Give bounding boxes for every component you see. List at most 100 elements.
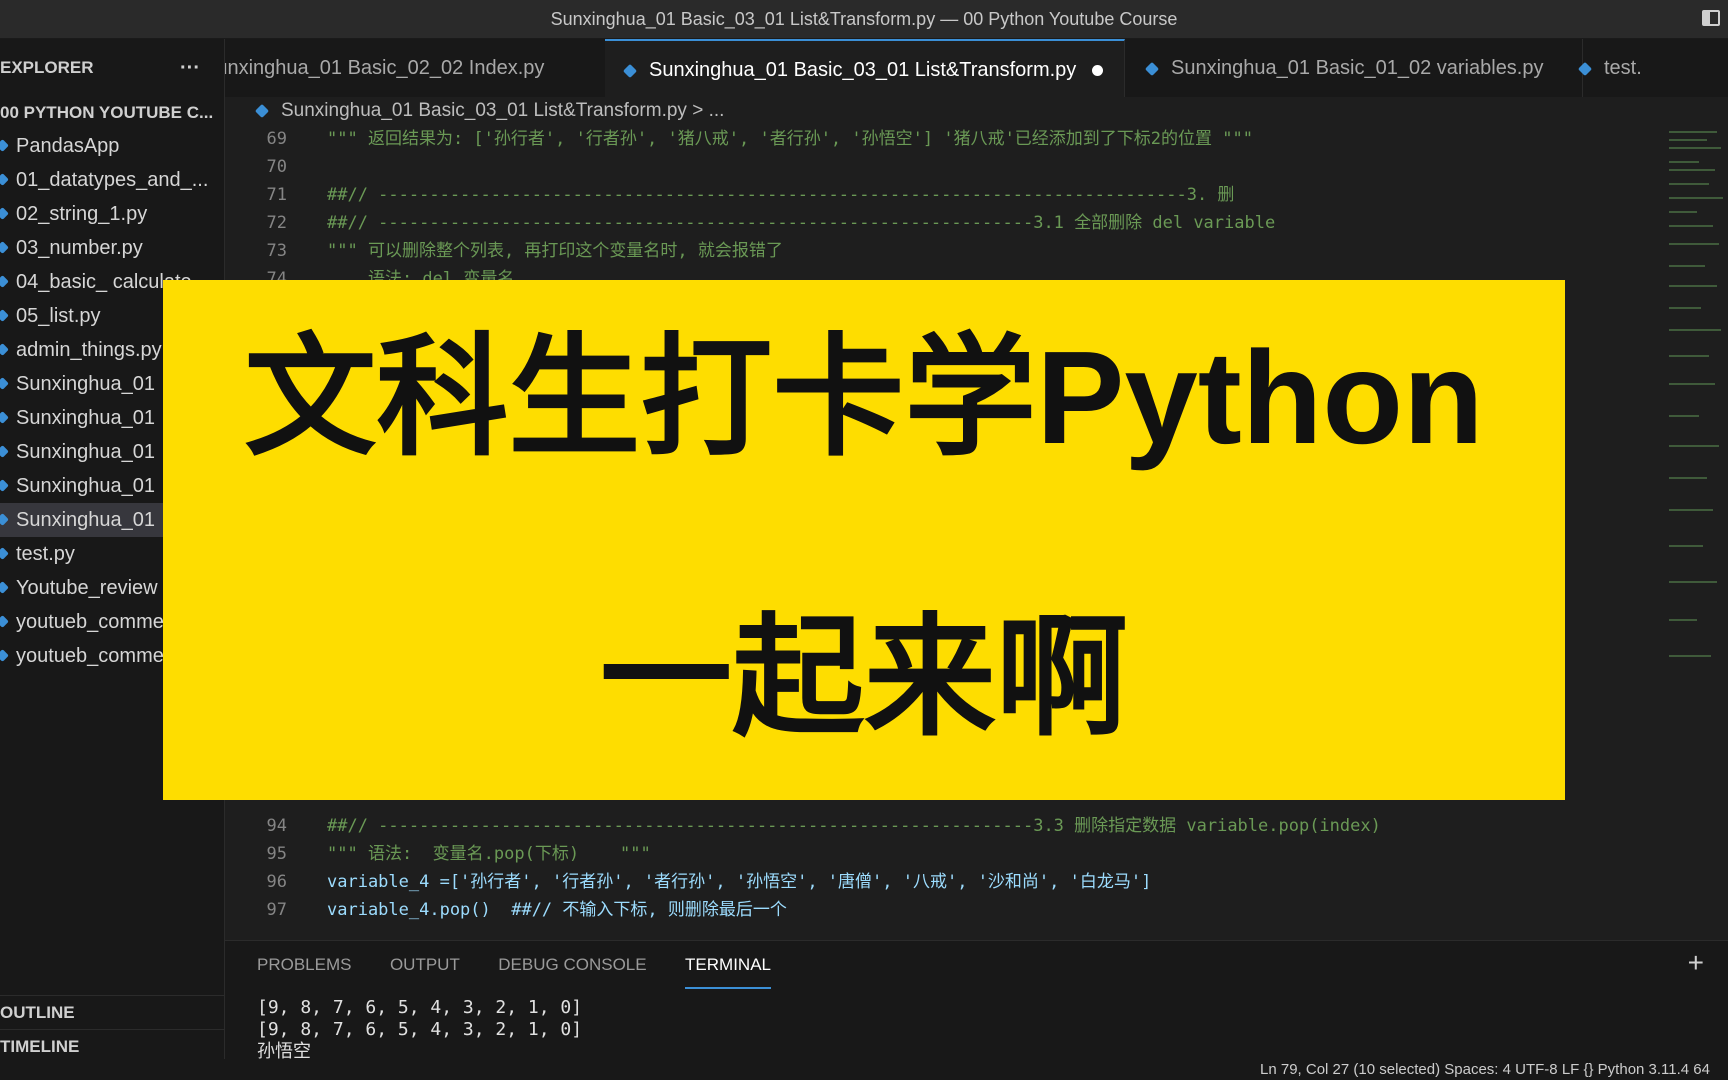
code-line: 73 """ 可以删除整个列表, 再打印这个变量名时, 就会报错了 (225, 237, 1665, 265)
overlay-subheadline: 一起来啊 (600, 604, 1128, 751)
breadcrumb[interactable]: Sunxinghua_01 Basic_03_01 List&Transform… (225, 97, 1728, 125)
file-label: 03_number.py (16, 237, 143, 259)
python-file-icon (0, 377, 9, 390)
explorer-title: EXPLORER (0, 58, 94, 77)
file-label: Sunxinghua_01 (16, 407, 156, 429)
title-bar: Sunxinghua_01 Basic_03_01 List&Transform… (0, 0, 1728, 39)
line-number: 70 (266, 157, 287, 177)
unsaved-dot-icon[interactable] (1092, 65, 1104, 77)
terminal-line: [9, 8, 7, 6, 5, 4, 3, 2, 1, 0] (257, 997, 583, 1018)
minimap[interactable] (1665, 125, 1728, 685)
line-number: 71 (266, 185, 287, 205)
file-item[interactable]: 03_number.py (0, 231, 224, 265)
python-file-icon (0, 241, 9, 254)
code-text: """ 可以删除整个列表, 再打印这个变量名时, 就会报错了 (327, 241, 783, 261)
file-label: admin_things.py (16, 339, 162, 361)
line-number: 72 (266, 213, 287, 233)
breadcrumb-rest[interactable]: > ... (687, 100, 724, 121)
file-label: youtueb_comme (16, 645, 164, 667)
explorer-header: EXPLORER ··· (0, 39, 224, 97)
tab-variables[interactable]: Sunxinghua_01 Basic_01_02 variables.py (1125, 39, 1583, 97)
line-number: 69 (266, 129, 287, 149)
more-actions-icon[interactable]: ··· (180, 39, 200, 97)
line-number: 94 (266, 816, 287, 836)
code-text: """ 语法: 变量名.pop(下标) """ (327, 844, 651, 864)
line-number: 97 (266, 900, 287, 920)
python-file-icon (0, 173, 9, 186)
tab-label: Sunxinghua_01 Basic_02_02 Index.py (225, 57, 545, 79)
code-line: 94 ##// ---------------------------------… (225, 812, 1665, 840)
code-line: 71 ##// ---------------------------------… (225, 181, 1665, 209)
file-label: 02_string_1.py (16, 203, 148, 225)
file-label: Sunxinghua_01 (16, 373, 156, 395)
file-label: 01_datatypes_and_... (16, 169, 209, 191)
code-text: variable_4.pop() ##// 不输入下标, 则删除最后一个 (327, 900, 787, 920)
python-file-icon (0, 207, 9, 220)
tab-terminal[interactable]: TERMINAL (685, 941, 772, 989)
file-label: test.py (16, 543, 75, 565)
code-line: 70 (225, 153, 1665, 181)
code-text: ##// -----------------------------------… (327, 185, 1235, 205)
python-file-icon (0, 411, 9, 424)
file-label: Sunxinghua_01 (16, 509, 156, 531)
status-text[interactable]: Ln 79, Col 27 (10 selected) Spaces: 4 UT… (1260, 1059, 1710, 1080)
python-file-icon (0, 649, 9, 662)
code-line: 72 ##// ---------------------------------… (225, 209, 1665, 237)
code-line: 96 variable_4 =['孙行者', '行者孙', '者行孙', '孙悟空… (225, 868, 1665, 896)
python-file-icon (0, 513, 9, 526)
tab-index[interactable]: Sunxinghua_01 Basic_02_02 Index.py (225, 39, 606, 97)
line-number: 95 (266, 844, 287, 864)
tab-label: Sunxinghua_01 Basic_03_01 List&Transform… (649, 59, 1077, 81)
code-text: variable_4 =['孙行者', '行者孙', '者行孙', '孙悟空',… (327, 872, 1152, 892)
python-file-icon (0, 139, 9, 152)
workspace-folder[interactable]: 00 PYTHON YOUTUBE C... (0, 97, 224, 129)
file-label: PandasApp (16, 135, 120, 157)
panel-tabs: PROBLEMS OUTPUT DEBUG CONSOLE TERMINAL (257, 941, 805, 989)
promo-overlay-banner: 文科生打卡学Python 一起来啊 (163, 280, 1565, 800)
tab-problems[interactable]: PROBLEMS (257, 941, 351, 989)
tab-label: Sunxinghua_01 Basic_01_02 variables.py (1171, 57, 1544, 79)
python-file-icon (1577, 61, 1593, 76)
tab-test[interactable]: test. (1560, 39, 1728, 97)
status-bar: Ln 79, Col 27 (10 selected) Spaces: 4 UT… (0, 1059, 1728, 1080)
line-number: 73 (266, 241, 287, 261)
file-label: youtueb_comme (16, 611, 164, 633)
file-item[interactable]: 02_string_1.py (0, 197, 224, 231)
python-file-icon (0, 445, 9, 458)
python-file-icon (0, 547, 9, 560)
editor-tab-bar: Sunxinghua_01 Basic_02_02 Index.py Sunxi… (225, 39, 1728, 97)
file-label: 05_list.py (16, 305, 101, 327)
code-line: 97 variable_4.pop() ##// 不输入下标, 则删除最后一个 (225, 896, 1665, 924)
python-file-icon (0, 275, 9, 288)
tab-output[interactable]: OUTPUT (390, 941, 460, 989)
python-file-icon (254, 103, 270, 119)
terminal-line: [9, 8, 7, 6, 5, 4, 3, 2, 1, 0] (257, 1019, 583, 1040)
bottom-panel: PROBLEMS OUTPUT DEBUG CONSOLE TERMINAL +… (225, 940, 1728, 1063)
python-file-icon (1144, 61, 1160, 76)
python-file-icon (0, 309, 9, 322)
tab-debug-console[interactable]: DEBUG CONSOLE (498, 941, 646, 989)
tab-label: test. (1604, 57, 1642, 79)
tab-list-transform[interactable]: Sunxinghua_01 Basic_03_01 List&Transform… (605, 39, 1125, 97)
python-file-icon (0, 479, 9, 492)
line-number: 96 (266, 872, 287, 892)
toggle-layout-icon[interactable] (1702, 10, 1720, 26)
python-file-icon (0, 615, 9, 628)
code-text: """ 返回结果为: ['孙行者', '行者孙', '猪八戒', '者行孙', … (327, 129, 1253, 149)
terminal-output[interactable]: [9, 8, 7, 6, 5, 4, 3, 2, 1, 0] [9, 8, 7, … (257, 997, 582, 1063)
file-label: Sunxinghua_01 (16, 475, 156, 497)
code-line: 95 """ 语法: 变量名.pop(下标) """ (225, 840, 1665, 868)
file-label: Sunxinghua_01 (16, 441, 156, 463)
code-line: 69 """ 返回结果为: ['孙行者', '行者孙', '猪八戒', '者行孙'… (225, 125, 1665, 153)
file-label: Youtube_review (16, 577, 158, 599)
code-text: ##// -----------------------------------… (327, 213, 1276, 233)
python-file-icon (0, 343, 9, 356)
new-terminal-plus-icon[interactable]: + (1688, 947, 1704, 979)
python-file-icon (0, 581, 9, 594)
breadcrumb-file[interactable]: Sunxinghua_01 Basic_03_01 List&Transform… (281, 100, 687, 121)
outline-section[interactable]: OUTLINE (0, 995, 224, 1030)
file-item[interactable]: 01_datatypes_and_... (0, 163, 224, 197)
code-text: ##// -----------------------------------… (327, 816, 1381, 836)
window-title: Sunxinghua_01 Basic_03_01 List&Transform… (550, 9, 1178, 29)
file-item[interactable]: PandasApp (0, 129, 224, 163)
